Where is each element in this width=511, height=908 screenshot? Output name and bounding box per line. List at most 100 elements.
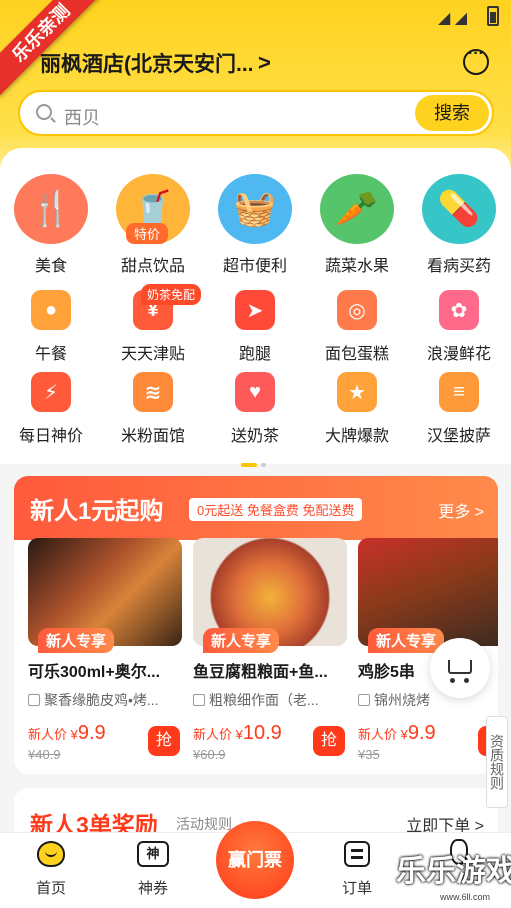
product-card[interactable]: 新人专享 可乐300ml+奥尔... 聚香缘脆皮鸡•烤... 新人价 ¥9.9 ¥40.… — [28, 538, 182, 762]
category-fork-spoon[interactable]: 🍴 美食 — [0, 174, 102, 276]
donut-icon: ◎ — [337, 290, 377, 330]
site-url: www.6ll.com — [440, 892, 491, 902]
product-name: 鱼豆腐粗粮面+鱼... — [193, 664, 328, 681]
new-user-header: 新人1元起购 0元起送 免餐盒费 免配送费 更多 > — [14, 476, 498, 540]
category-label: 蔬菜水果 — [324, 258, 389, 275]
category-label: 送奶茶 — [230, 428, 279, 445]
product-card[interactable]: 新人专享 鱼豆腐粗粮面+鱼... 粗粮细作面（老... 新人价 ¥10.9 ¥60.9 抢 — [193, 538, 347, 762]
category-carrot[interactable]: 🥕 蔬菜水果 — [306, 174, 408, 276]
category-runner[interactable]: ➤ 跑腿 — [204, 290, 306, 364]
product-name: 可乐300ml+奥尔... — [28, 664, 161, 681]
shop-icon — [193, 694, 205, 706]
burger-icon: ≡ — [439, 372, 479, 412]
category-shopping-basket[interactable]: 🧺 超市便利 — [204, 174, 306, 276]
grab-button[interactable]: 抢 — [313, 726, 345, 756]
category-noodle-bowl[interactable]: ≋ 米粉面馆 — [102, 372, 204, 446]
category-star-badge[interactable]: ★ 大牌爆款 — [306, 372, 408, 446]
rice-bowl-icon: ● — [31, 290, 71, 330]
price-label: 新人价 ¥ — [28, 727, 78, 742]
shop-name-text: 粗粮细作面（老... — [209, 692, 319, 708]
category-label: 超市便利 — [222, 258, 287, 275]
new-user-tag: 新人专享 — [38, 628, 115, 653]
price-label: 新人价 ¥ — [193, 727, 243, 742]
tab-coupon-label: 神券 — [137, 880, 168, 897]
special-price-tag: 特价 — [126, 223, 169, 244]
shop-icon — [358, 694, 370, 706]
category-label: 面包蛋糕 — [324, 346, 389, 363]
orders-icon — [340, 839, 374, 869]
more-link[interactable]: 更多 > — [438, 498, 484, 522]
category-label: 天天津贴 — [120, 346, 185, 363]
search-input[interactable]: 西贝 — [64, 104, 100, 130]
category-lightning[interactable]: ⚡ 每日神价 — [0, 372, 102, 446]
medical-kit-icon: 💊 — [422, 174, 496, 244]
home-icon — [34, 839, 68, 869]
runner-icon: ➤ — [235, 290, 275, 330]
category-flower[interactable]: ✿ 浪漫鲜花 — [408, 290, 510, 364]
price-label: 新人价 ¥ — [358, 727, 408, 742]
shop-icon — [28, 694, 40, 706]
category-medical-kit[interactable]: 💊 看病买药 — [408, 174, 510, 276]
shop-name-text: 锦州烧烤 — [374, 692, 430, 708]
category-rice-bowl[interactable]: ● 午餐 — [0, 290, 102, 364]
lightning-icon: ⚡ — [31, 372, 71, 412]
search-icon — [36, 104, 52, 120]
carrot-icon: 🥕 — [320, 174, 394, 244]
message-icon[interactable] — [463, 45, 489, 75]
shopping-basket-icon: 🧺 — [218, 174, 292, 244]
shop-name-text: 聚香缘脆皮鸡•烤... — [44, 692, 159, 708]
tab-coupon[interactable]: 神 神券 — [113, 839, 193, 898]
category-label: 美食 — [34, 258, 67, 275]
category-label: 浪漫鲜花 — [426, 346, 491, 363]
category-gift[interactable]: ♥ 送奶茶 — [204, 372, 306, 446]
tab-home-label: 首页 — [35, 880, 66, 897]
gift-icon: ♥ — [235, 372, 275, 412]
new-user-tag: 新人专享 — [368, 628, 445, 653]
new-user-section: 新人1元起购 0元起送 免餐盒费 免配送费 更多 > 新人专享可乐300ml+奥… — [14, 476, 498, 774]
category-label: 跑腿 — [238, 346, 271, 363]
grab-button[interactable]: 抢 — [148, 726, 180, 756]
chevron-right-icon[interactable]: > — [258, 50, 271, 76]
activity-rule-link[interactable]: 活动规则 — [176, 814, 232, 834]
category-donut[interactable]: ◎ 面包蛋糕 — [306, 290, 408, 364]
noodle-bowl-icon: ≋ — [133, 372, 173, 412]
search-button[interactable]: 搜索 — [415, 95, 489, 131]
category-label: 每日神价 — [18, 428, 83, 445]
shop-name: 粗粮细作面（老... — [193, 690, 347, 710]
signal-icon: ◢ ◢ — [437, 10, 467, 27]
flower-icon: ✿ — [439, 290, 479, 330]
category-label: 看病买药 — [426, 258, 491, 275]
star-badge-icon: ★ — [337, 372, 377, 412]
price: 新人价 ¥9.9 — [358, 722, 498, 745]
cart-wheel-icon — [464, 678, 469, 683]
category-label: 汉堡披萨 — [426, 428, 491, 445]
drink-cup-icon: 🥤 特价 — [116, 174, 190, 244]
location-label[interactable]: 丽枫酒店(北京天安门... — [40, 48, 254, 78]
price-value: 9.9 — [407, 722, 436, 744]
category-burger[interactable]: ≡ 汉堡披萨 — [408, 372, 510, 446]
category-label: 甜点饮品 — [120, 258, 185, 275]
cart-wheel-icon — [450, 678, 455, 683]
category-label: 午餐 — [34, 346, 67, 363]
price-value: 9.9 — [77, 722, 106, 744]
page-indicator — [241, 454, 270, 472]
price-value: 10.9 — [242, 722, 282, 744]
win-tickets-button[interactable]: 赢门票 — [216, 821, 294, 899]
fork-spoon-icon: 🍴 — [14, 174, 88, 244]
coupon-icon: 神 — [136, 839, 170, 869]
tab-home[interactable]: 首页 — [11, 839, 91, 898]
qualification-tab[interactable]: 资质规则 — [486, 716, 508, 808]
new-user-tag: 新人专享 — [203, 628, 280, 653]
section-tag: 0元起送 免餐盒费 免配送费 — [189, 498, 363, 521]
section-title: 新人1元起购 — [30, 498, 164, 525]
tab-orders[interactable]: 订单 — [317, 839, 397, 898]
shop-name: 锦州烧烤 — [358, 690, 498, 710]
category-label: 大牌爆款 — [324, 428, 389, 445]
category-drink-cup[interactable]: 🥤 特价甜点饮品 — [102, 174, 204, 276]
category-grid: 🍴 美食 🥤 特价 甜点饮品 🧺 超市便利 🥕 蔬菜水果 💊 看病买药 ● 午餐 ¥ 天天津贴 ➤ 跑腿 ◎ 面包… — [0, 148, 511, 467]
promo-badge: 奶茶免配 — [141, 284, 202, 305]
search-bar[interactable]: 西贝 搜索 — [18, 90, 494, 136]
cart-button[interactable] — [430, 638, 490, 698]
tab-orders-label: 订单 — [341, 880, 372, 897]
battery-icon — [487, 6, 499, 26]
